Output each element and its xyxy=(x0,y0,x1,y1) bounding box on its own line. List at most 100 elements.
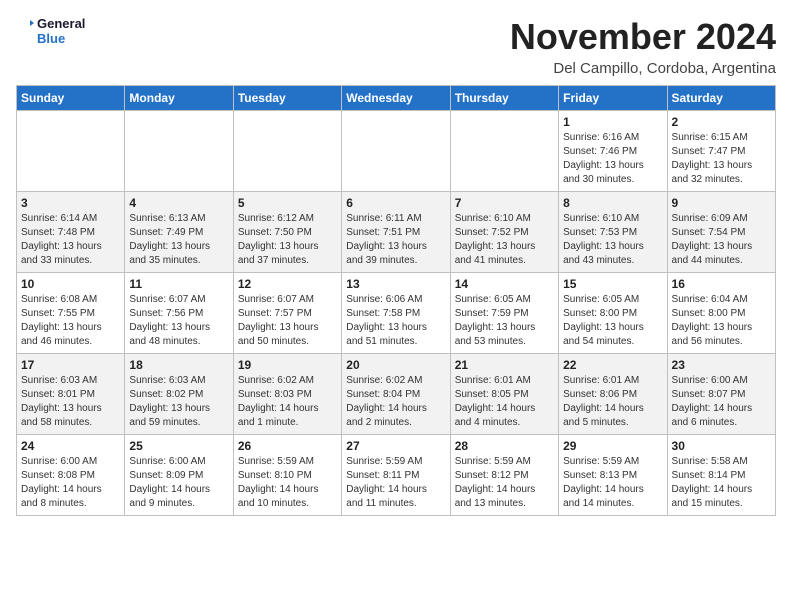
day-info: Sunrise: 6:08 AMSunset: 7:55 PMDaylight:… xyxy=(21,293,120,349)
day-cell: 3 Sunrise: 6:14 AMSunset: 7:48 PMDaylight… xyxy=(17,192,125,273)
day-info: Sunrise: 6:02 AMSunset: 8:04 PMDaylight:… xyxy=(346,374,445,430)
day-number: 17 xyxy=(21,358,120,372)
day-info: Sunrise: 5:59 AMSunset: 8:13 PMDaylight:… xyxy=(563,455,662,511)
day-cell: 11Sunrise: 6:07 AMSunset: 7:56 PMDayligh… xyxy=(125,273,233,354)
header-cell-tuesday: Tuesday xyxy=(233,86,341,111)
day-cell: 20 Sunrise: 6:02 AMSunset: 8:04 PMDayligh… xyxy=(342,354,450,435)
day-cell: 4 Sunrise: 6:13 AMSunset: 7:49 PMDaylight… xyxy=(125,192,233,273)
day-cell: 15 Sunrise: 6:05 AMSunset: 8:00 PMDayligh… xyxy=(559,273,667,354)
day-info: Sunrise: 6:01 AMSunset: 8:05 PMDaylight:… xyxy=(455,374,554,430)
day-info: Sunrise: 6:15 AMSunset: 7:47 PMDaylight:… xyxy=(672,131,771,187)
day-cell: 1Sunrise: 6:16 AMSunset: 7:46 PMDaylight… xyxy=(559,111,667,192)
day-number: 15 xyxy=(563,277,662,291)
day-cell: 28 Sunrise: 5:59 AMSunset: 8:12 PMDayligh… xyxy=(450,435,558,516)
header-cell-wednesday: Wednesday xyxy=(342,86,450,111)
day-info: Sunrise: 6:05 AMSunset: 8:00 PMDaylight:… xyxy=(563,293,662,349)
day-cell: 17 Sunrise: 6:03 AMSunset: 8:01 PMDayligh… xyxy=(17,354,125,435)
day-info: Sunrise: 6:07 AMSunset: 7:56 PMDaylight:… xyxy=(129,293,228,349)
day-number: 20 xyxy=(346,358,445,372)
day-cell: 5Sunrise: 6:12 AMSunset: 7:50 PMDaylight… xyxy=(233,192,341,273)
header-cell-friday: Friday xyxy=(559,86,667,111)
day-info: Sunrise: 5:59 AMSunset: 8:11 PMDaylight:… xyxy=(346,455,445,511)
month-title: November 2024 xyxy=(510,16,776,58)
day-number: 29 xyxy=(563,439,662,453)
day-cell: 8 Sunrise: 6:10 AMSunset: 7:53 PMDaylight… xyxy=(559,192,667,273)
day-number: 27 xyxy=(346,439,445,453)
day-cell xyxy=(17,111,125,192)
day-info: Sunrise: 6:14 AMSunset: 7:48 PMDaylight:… xyxy=(21,212,120,268)
day-info: Sunrise: 5:59 AMSunset: 8:12 PMDaylight:… xyxy=(455,455,554,511)
day-number: 1 xyxy=(563,115,662,129)
header-cell-thursday: Thursday xyxy=(450,86,558,111)
day-number: 6 xyxy=(346,196,445,210)
day-cell: 19Sunrise: 6:02 AMSunset: 8:03 PMDayligh… xyxy=(233,354,341,435)
day-number: 4 xyxy=(129,196,228,210)
day-number: 18 xyxy=(129,358,228,372)
day-number: 16 xyxy=(672,277,771,291)
day-info: Sunrise: 5:59 AMSunset: 8:10 PMDaylight:… xyxy=(238,455,337,511)
day-number: 24 xyxy=(21,439,120,453)
day-cell: 6Sunrise: 6:11 AMSunset: 7:51 PMDaylight… xyxy=(342,192,450,273)
day-cell: 12 Sunrise: 6:07 AMSunset: 7:57 PMDayligh… xyxy=(233,273,341,354)
day-number: 28 xyxy=(455,439,554,453)
day-number: 2 xyxy=(672,115,771,129)
calendar-table: SundayMondayTuesdayWednesdayThursdayFrid… xyxy=(16,85,776,516)
day-cell: 22 Sunrise: 6:01 AMSunset: 8:06 PMDayligh… xyxy=(559,354,667,435)
day-cell xyxy=(125,111,233,192)
header-cell-saturday: Saturday xyxy=(667,86,775,111)
day-number: 8 xyxy=(563,196,662,210)
day-cell: 10 Sunrise: 6:08 AMSunset: 7:55 PMDayligh… xyxy=(17,273,125,354)
day-info: Sunrise: 6:07 AMSunset: 7:57 PMDaylight:… xyxy=(238,293,337,349)
day-cell: 21 Sunrise: 6:01 AMSunset: 8:05 PMDayligh… xyxy=(450,354,558,435)
day-cell: 26 Sunrise: 5:59 AMSunset: 8:10 PMDayligh… xyxy=(233,435,341,516)
day-info: Sunrise: 6:00 AMSunset: 8:07 PMDaylight:… xyxy=(672,374,771,430)
day-cell: 24Sunrise: 6:00 AMSunset: 8:08 PMDayligh… xyxy=(17,435,125,516)
week-row-1: 1Sunrise: 6:16 AMSunset: 7:46 PMDaylight… xyxy=(17,111,776,192)
day-cell: 23 Sunrise: 6:00 AMSunset: 8:07 PMDayligh… xyxy=(667,354,775,435)
day-info: Sunrise: 6:02 AMSunset: 8:03 PMDaylight:… xyxy=(238,374,337,430)
day-info: Sunrise: 5:58 AMSunset: 8:14 PMDaylight:… xyxy=(672,455,771,511)
day-number: 26 xyxy=(238,439,337,453)
day-cell xyxy=(233,111,341,192)
day-number: 22 xyxy=(563,358,662,372)
day-number: 9 xyxy=(672,196,771,210)
day-info: Sunrise: 6:13 AMSunset: 7:49 PMDaylight:… xyxy=(129,212,228,268)
day-number: 3 xyxy=(21,196,120,210)
day-number: 5 xyxy=(238,196,337,210)
title-area: November 2024 Del Campillo, Cordoba, Arg… xyxy=(510,16,776,77)
header: GeneralBlue November 2024 Del Campillo, … xyxy=(16,16,776,77)
day-info: Sunrise: 6:03 AMSunset: 8:02 PMDaylight:… xyxy=(129,374,228,430)
day-cell: 9Sunrise: 6:09 AMSunset: 7:54 PMDaylight… xyxy=(667,192,775,273)
day-info: Sunrise: 6:04 AMSunset: 8:00 PMDaylight:… xyxy=(672,293,771,349)
day-number: 23 xyxy=(672,358,771,372)
day-info: Sunrise: 6:00 AMSunset: 8:09 PMDaylight:… xyxy=(129,455,228,511)
day-cell: 27 Sunrise: 5:59 AMSunset: 8:11 PMDayligh… xyxy=(342,435,450,516)
logo: GeneralBlue xyxy=(16,16,85,46)
header-cell-sunday: Sunday xyxy=(17,86,125,111)
day-info: Sunrise: 6:03 AMSunset: 8:01 PMDaylight:… xyxy=(21,374,120,430)
day-cell xyxy=(342,111,450,192)
day-cell: 25 Sunrise: 6:00 AMSunset: 8:09 PMDayligh… xyxy=(125,435,233,516)
day-cell xyxy=(450,111,558,192)
week-row-5: 24Sunrise: 6:00 AMSunset: 8:08 PMDayligh… xyxy=(17,435,776,516)
day-cell: 18 Sunrise: 6:03 AMSunset: 8:02 PMDayligh… xyxy=(125,354,233,435)
day-info: Sunrise: 6:10 AMSunset: 7:53 PMDaylight:… xyxy=(563,212,662,268)
day-cell: 16 Sunrise: 6:04 AMSunset: 8:00 PMDayligh… xyxy=(667,273,775,354)
header-cell-monday: Monday xyxy=(125,86,233,111)
day-cell: 7 Sunrise: 6:10 AMSunset: 7:52 PMDaylight… xyxy=(450,192,558,273)
day-info: Sunrise: 6:01 AMSunset: 8:06 PMDaylight:… xyxy=(563,374,662,430)
day-number: 30 xyxy=(672,439,771,453)
day-number: 25 xyxy=(129,439,228,453)
day-number: 21 xyxy=(455,358,554,372)
day-info: Sunrise: 6:10 AMSunset: 7:52 PMDaylight:… xyxy=(455,212,554,268)
day-info: Sunrise: 6:05 AMSunset: 7:59 PMDaylight:… xyxy=(455,293,554,349)
week-row-3: 10 Sunrise: 6:08 AMSunset: 7:55 PMDayligh… xyxy=(17,273,776,354)
day-cell: 13Sunrise: 6:06 AMSunset: 7:58 PMDayligh… xyxy=(342,273,450,354)
day-cell: 2 Sunrise: 6:15 AMSunset: 7:47 PMDaylight… xyxy=(667,111,775,192)
week-row-4: 17 Sunrise: 6:03 AMSunset: 8:01 PMDayligh… xyxy=(17,354,776,435)
day-number: 12 xyxy=(238,277,337,291)
day-number: 10 xyxy=(21,277,120,291)
header-row: SundayMondayTuesdayWednesdayThursdayFrid… xyxy=(17,86,776,111)
day-number: 7 xyxy=(455,196,554,210)
week-row-2: 3 Sunrise: 6:14 AMSunset: 7:48 PMDaylight… xyxy=(17,192,776,273)
